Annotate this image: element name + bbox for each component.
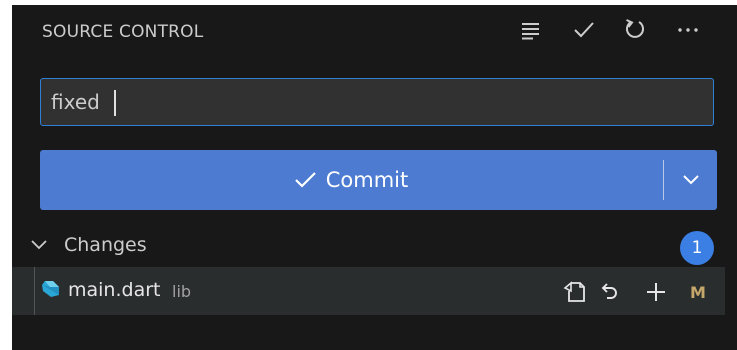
- discard-changes-icon[interactable]: [594, 277, 624, 307]
- chevron-down-icon: [681, 171, 701, 190]
- panel-title: SOURCE CONTROL: [42, 22, 204, 42]
- list-view-icon[interactable]: [515, 13, 547, 47]
- stage-changes-icon[interactable]: [641, 277, 671, 307]
- changes-label: Changes: [64, 234, 147, 256]
- changes-count-badge: 1: [680, 231, 714, 265]
- commit-button-group: Commit: [40, 150, 717, 210]
- more-icon[interactable]: [672, 13, 704, 47]
- file-directory: lib: [172, 282, 192, 301]
- commit-message-input[interactable]: [40, 78, 714, 126]
- text-caret: [114, 90, 116, 116]
- open-file-icon[interactable]: [560, 277, 590, 307]
- dart-file-icon: [40, 279, 60, 303]
- source-control-panel: SOURCE CONTROL fixed Commit Changes 1 ma…: [12, 5, 737, 350]
- modified-status-badge: M: [690, 283, 706, 302]
- indent-guide: [34, 267, 35, 315]
- list-item[interactable]: main.dart lib M: [12, 267, 725, 315]
- panel-header: SOURCE CONTROL: [12, 5, 725, 59]
- commit-options-dropdown[interactable]: [664, 150, 717, 210]
- commit-button-label: Commit: [325, 168, 409, 192]
- refresh-icon[interactable]: [619, 13, 651, 47]
- chevron-down-icon: [29, 235, 49, 259]
- commit-button[interactable]: Commit: [40, 150, 662, 210]
- changes-section-header[interactable]: Changes 1: [12, 225, 725, 265]
- check-icon[interactable]: [568, 13, 600, 47]
- check-icon: [294, 170, 318, 190]
- file-name: main.dart: [68, 279, 161, 301]
